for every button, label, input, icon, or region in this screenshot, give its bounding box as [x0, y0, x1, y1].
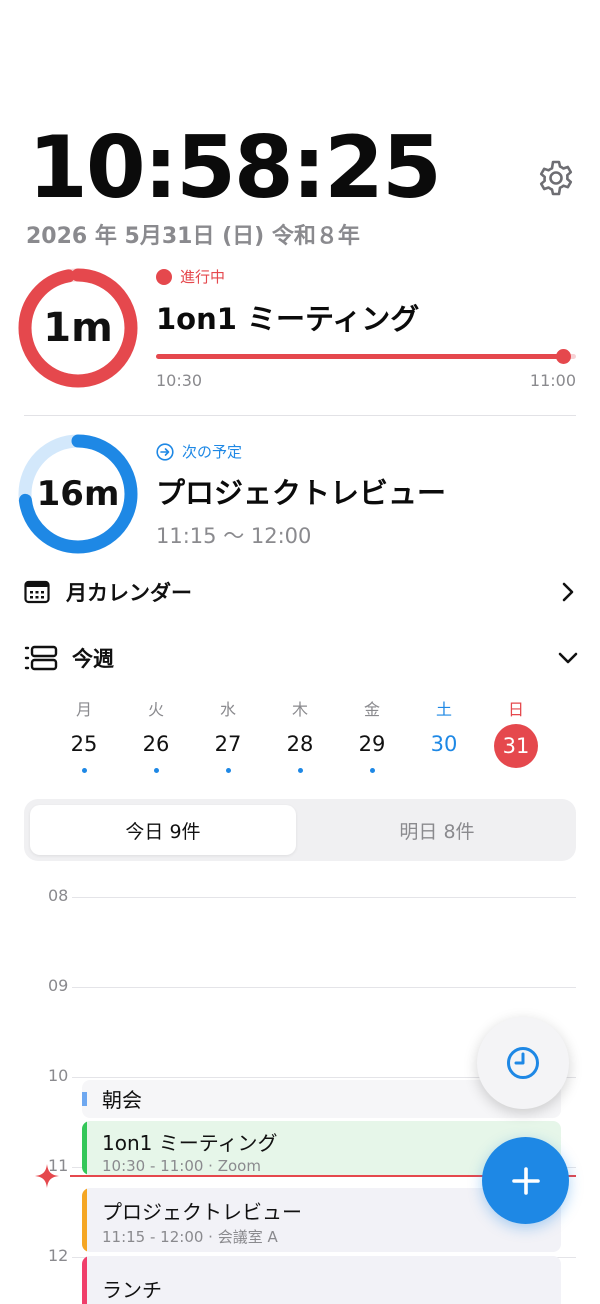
- hour-line: [72, 987, 576, 988]
- status-label: 進行中: [180, 268, 226, 286]
- today-badge: 31: [494, 724, 538, 768]
- day-mon[interactable]: 月 25: [48, 698, 120, 773]
- clock-icon: [507, 1047, 539, 1079]
- event-subtitle: 10:30 - 11:00 · Zoom: [102, 1157, 261, 1175]
- hour-line: [72, 897, 576, 898]
- event-title: プロジェクトレビュー: [102, 1200, 302, 1224]
- day-number: 28: [286, 732, 314, 756]
- event-color-bar: [82, 1188, 87, 1252]
- next-event-time-range: 11:15 〜 12:00: [156, 524, 312, 548]
- jump-to-now-button[interactable]: [477, 1017, 569, 1109]
- date-label: 2026 年 5月31日 (日) 令和８年: [26, 224, 360, 249]
- tab-tomorrow[interactable]: 明日 8件: [304, 805, 570, 855]
- event-title: 朝会: [102, 1088, 142, 1112]
- day-number: 27: [214, 732, 242, 756]
- day-of-week: 日: [507, 700, 524, 719]
- day-of-week: 水: [219, 700, 236, 719]
- current-event-card[interactable]: 1m 進行中 1on1 ミーティング 10:30 11:00: [16, 266, 576, 396]
- day-sat[interactable]: 土 30: [408, 698, 480, 764]
- day-tue[interactable]: 火 26: [120, 698, 192, 773]
- chevron-right-icon: [562, 582, 574, 602]
- day-of-week: 土: [435, 700, 452, 719]
- hour-label: 09: [48, 976, 69, 995]
- event-dot-icon: [297, 768, 303, 773]
- day-fri[interactable]: 金 29: [336, 698, 408, 773]
- calendar-icon: [24, 580, 50, 604]
- gear-icon[interactable]: [536, 158, 576, 198]
- event-title: 1on1 ミーティング: [102, 1131, 278, 1155]
- day-number: 30: [430, 732, 458, 756]
- current-event-remaining: 1m: [43, 305, 113, 351]
- day-number: 29: [358, 732, 386, 756]
- status-label: 次の予定: [182, 443, 243, 461]
- day-wed[interactable]: 水 27: [192, 698, 264, 773]
- day-segmented-control: 今日 9件 明日 8件: [24, 799, 576, 861]
- day-number: 26: [142, 732, 170, 756]
- event-progress-fill: [156, 354, 564, 359]
- chevron-down-icon: [558, 652, 578, 664]
- plus-icon: [511, 1166, 540, 1195]
- event-dot-icon: [153, 768, 159, 773]
- day-of-week: 金: [363, 700, 380, 719]
- hour-label: 08: [48, 886, 69, 905]
- day-of-week: 月: [75, 700, 92, 719]
- current-event-status: 進行中: [156, 266, 225, 287]
- event-title: ランチ: [102, 1278, 162, 1302]
- sparkle-icon: [35, 1164, 59, 1188]
- divider: [24, 415, 576, 416]
- tab-today[interactable]: 今日 9件: [30, 805, 296, 855]
- arrow-right-circle-icon: [156, 442, 174, 461]
- next-event-countdown: 16m: [36, 474, 120, 514]
- day-sun-today[interactable]: 日 31: [480, 698, 552, 768]
- day-of-week: 木: [291, 700, 308, 719]
- event-progress-bar: [156, 349, 576, 364]
- day-thu[interactable]: 木 28: [264, 698, 336, 773]
- this-week-row[interactable]: 今週: [24, 640, 580, 676]
- event-start-time: 10:30: [156, 371, 203, 390]
- event-end-time: 11:00: [529, 371, 576, 390]
- event-progress-knob: [556, 349, 572, 364]
- list-icon: [24, 645, 58, 671]
- month-calendar-label: 月カレンダー: [66, 581, 192, 605]
- next-event-title: プロジェクトレビュー: [156, 476, 447, 510]
- in-progress-dot-icon: [156, 268, 172, 285]
- event-dot-icon: [81, 768, 87, 773]
- event-color-bar: [82, 1121, 87, 1175]
- hour-label: 10: [48, 1066, 69, 1085]
- month-calendar-row[interactable]: 月カレンダー: [24, 574, 580, 610]
- event-card-lunch[interactable]: ランチ: [82, 1256, 561, 1304]
- next-event-card[interactable]: 16m 次の予定 プロジェクトレビュー 11:15 〜 12:00: [16, 432, 576, 556]
- day-number: 25: [70, 732, 98, 756]
- current-event-title: 1on1 ミーティング: [156, 302, 420, 336]
- event-dot-icon: [369, 768, 375, 773]
- event-color-bar: [82, 1256, 87, 1304]
- current-time: 10:58:25: [28, 118, 442, 218]
- hour-label: 12: [48, 1246, 69, 1265]
- week-strip: 月 25 火 26 水 27 木 28 金 29 土 30 日 31: [48, 698, 552, 778]
- this-week-label: 今週: [72, 647, 114, 671]
- add-event-button[interactable]: [482, 1137, 569, 1224]
- event-subtitle: 11:15 - 12:00 · 会議室 A: [102, 1228, 278, 1246]
- day-of-week: 火: [147, 700, 164, 719]
- event-dot-icon: [225, 768, 231, 773]
- event-color-bar: [82, 1092, 87, 1106]
- next-event-status: 次の予定: [156, 441, 242, 462]
